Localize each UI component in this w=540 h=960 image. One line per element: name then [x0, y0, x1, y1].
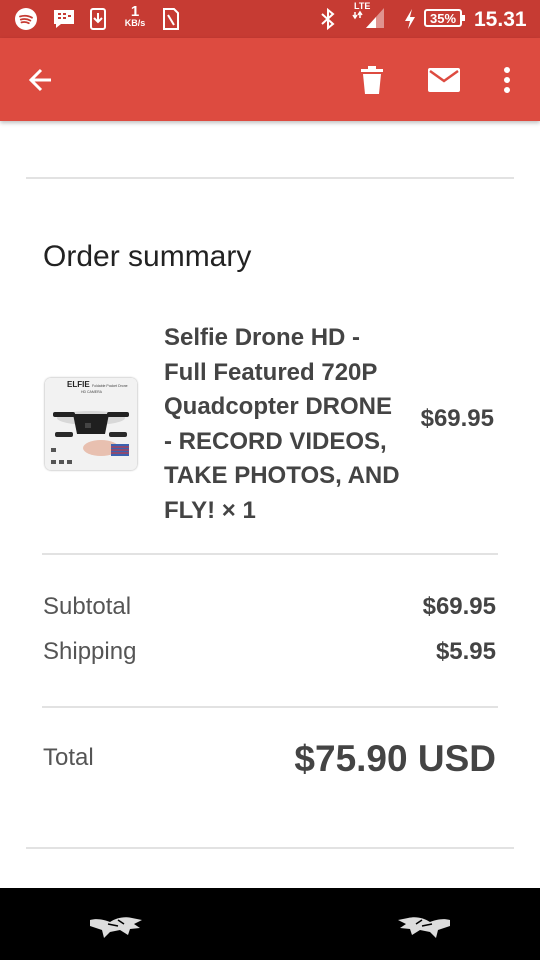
battery-level: 35% [424, 9, 465, 27]
back-arrow-icon [28, 68, 51, 92]
product-thumbnail[interactable]: ELFIE Foldable Pocket Drone HD CAMERA [45, 378, 137, 470]
shipping-label: Shipping [43, 638, 137, 665]
thumb-brand: ELFIE [67, 380, 90, 389]
more-vert-icon [504, 67, 510, 93]
signal-icon: LTE [352, 1, 386, 28]
sim-icon [162, 7, 180, 31]
product-name[interactable]: Selfie Drone HD - Full Featured 720P Qua… [164, 321, 404, 528]
more-options-button[interactable] [487, 60, 527, 100]
subtotal-value: $69.95 [422, 593, 496, 620]
delete-icon [361, 66, 383, 94]
order-summary-heading: Order summary [43, 240, 252, 273]
thumb-subtitle-2: HD CAMERA [81, 390, 103, 394]
app-bar [0, 38, 540, 121]
spotify-icon [14, 7, 38, 31]
top-divider [26, 177, 514, 179]
total-value: $75.90 USD [294, 738, 496, 779]
speed-value: 1 [130, 3, 140, 20]
totals-divider [42, 706, 498, 708]
delete-button[interactable] [352, 60, 392, 100]
subtotal-label: Subtotal [43, 593, 132, 620]
network-type: LTE [354, 1, 370, 11]
total-label: Total [43, 744, 94, 771]
clock: 15.31 [474, 8, 527, 31]
network-speed: 1 KB/s [120, 4, 150, 28]
download-icon [89, 7, 107, 31]
speed-unit: KB/s [124, 18, 146, 28]
bluetooth-icon [318, 7, 338, 31]
items-divider [42, 553, 498, 555]
drone-image: ELFIE Foldable Pocket Drone HD CAMERA [45, 378, 137, 470]
thumb-subtitle: Foldable Pocket Drone [92, 384, 128, 388]
back-button[interactable] [21, 60, 61, 100]
mail-icon [428, 68, 460, 92]
shipping-value: $5.95 [435, 638, 496, 665]
xperia-brand: XPERIA [222, 914, 318, 940]
mail-button[interactable] [424, 60, 464, 100]
bbm-icon [52, 7, 76, 31]
product-price: $69.95 [420, 405, 494, 432]
status-bar: 1 KB/s LTE 35% 15.31 [0, 0, 540, 38]
charging-icon [402, 7, 418, 31]
bottom-divider [26, 847, 514, 849]
